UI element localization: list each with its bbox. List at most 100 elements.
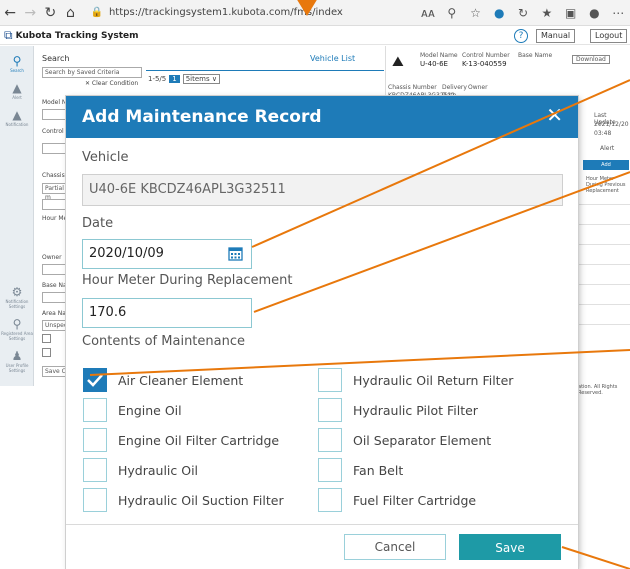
vehicle-label: Vehicle [82,150,129,165]
sidebar-item-search[interactable]: ⚲ Search [0,54,34,73]
download-button[interactable]: Download [572,55,610,64]
option-checkbox[interactable] [42,348,51,357]
hydraulic-oil-return-filter-checkbox[interactable] [318,368,342,392]
option-checkbox[interactable] [42,334,51,343]
date-field[interactable]: 2020/10/09 [82,239,252,269]
checkbox-label: Hydraulic Pilot Filter [353,402,478,418]
checkbox-row-oil-separator-element[interactable]: Oil Separator Element [318,428,491,452]
extension-icon[interactable]: ● [487,6,511,20]
date-label: Date [82,216,114,231]
dialog-header: Add Maintenance Record ✕ [66,96,578,138]
tab-underline [146,70,384,71]
checkbox-row-hydraulic-oil[interactable]: Hydraulic Oil [83,458,198,482]
checkbox-label: Oil Separator Element [353,432,492,448]
settings-icon: ⚙ [11,285,23,299]
hydraulic-oil-suction-filter-checkbox[interactable] [83,488,107,512]
owner-label: Owner [468,84,488,91]
alert-header: Alert [600,145,615,152]
delivery-label: Delivery [442,84,467,91]
more-icon[interactable]: ⋯ [606,6,630,20]
checkbox-label: Hydraulic Oil [118,462,199,478]
excavator-icon: ⛰ [392,54,404,70]
checkbox-row-air-cleaner-element[interactable]: Air Cleaner Element [83,368,243,392]
checkbox-row-hydraulic-oil-suction-filter[interactable]: Hydraulic Oil Suction Filter [83,488,284,512]
collections-icon[interactable]: ▣ [559,6,583,20]
logout-button[interactable]: Logout [590,29,628,43]
control-number-label: Control Number [462,52,510,59]
home-icon[interactable]: ⌂ [60,5,80,21]
fuel-filter-cartridge-checkbox[interactable] [318,488,342,512]
sidebar-item-user-profile[interactable]: ♟ User Profile Settings [0,349,34,373]
area-icon: ⚲ [12,317,22,331]
sidebar-item-label: Registered Area Settings [1,331,33,341]
checkbox-label: Fuel Filter Cartridge [353,492,477,508]
zoom-icon[interactable]: ⚲ [440,6,464,20]
control-number-label: Control [42,128,64,135]
alert-icon: ▲ [12,81,22,95]
sidebar-item-label: Alert [12,95,22,100]
save-button[interactable]: Save [459,534,561,560]
sidebar-item-area-settings[interactable]: ⚲ Registered Area Settings [0,317,34,341]
manual-button-label: Manual [541,31,571,40]
sync-icon[interactable]: ↻ [511,6,535,20]
user-icon: ♟ [11,349,23,363]
tab-vehicle-list[interactable]: Vehicle List [310,54,355,63]
clear-condition-link[interactable]: ✕ Clear Condition [85,80,138,87]
checkbox-row-engine-oil-filter-cartridge[interactable]: Engine Oil Filter Cartridge [83,428,279,452]
checkbox-label: Fan Belt [353,462,404,478]
engine-oil-filter-cartridge-checkbox[interactable] [83,428,107,452]
calendar-icon[interactable] [228,246,243,261]
reload-icon[interactable]: ↻ [40,5,60,21]
app-title: Kubota Tracking System [15,30,139,41]
pager-text: 1-5/5 [148,75,167,83]
checkbox-row-hydraulic-pilot-filter[interactable]: Hydraulic Pilot Filter [318,398,478,422]
chassis-number-label: Chassis Number [388,84,437,91]
hour-meter-column-header: Hour Meter During Previous Replacement [586,176,626,194]
air-cleaner-element-checkbox[interactable] [83,368,107,392]
base-name-label: Base Na [42,282,67,289]
search-title: Search [42,54,70,63]
control-number-value: K-13-040559 [462,60,507,68]
area-name-label: Area Na [42,310,66,317]
sidebar-item-alert[interactable]: ▲ Alert [0,81,34,100]
owner-label: Owner [42,254,62,261]
saved-criteria-input[interactable]: Search by Saved Criteria [42,67,142,78]
checkbox-row-fan-belt[interactable]: Fan Belt [318,458,403,482]
sidebar-item-label: Search [10,68,24,73]
close-icon[interactable]: ✕ [546,102,563,128]
checkbox-label: Air Cleaner Element [118,372,244,388]
checkbox-row-hydraulic-oil-return-filter[interactable]: Hydraulic Oil Return Filter [318,368,513,392]
favorites-icon[interactable]: ★ [535,6,559,20]
forward-icon[interactable]: → [20,5,40,21]
back-icon[interactable]: ← [0,5,20,21]
items-per-page-select[interactable]: 5items ∨ [182,74,220,84]
sidebar-item-notification-settings[interactable]: ⚙ Notification Settings [0,285,34,309]
date-value: 2020/10/09 [89,246,164,261]
vehicle-field: U40-6E KBCDZ46APL3G32511 [82,174,563,206]
model-name-value: U-40-6E [420,60,448,68]
dialog-title: Add Maintenance Record [82,107,322,127]
fan-belt-checkbox[interactable] [318,458,342,482]
page-button[interactable]: 1 [169,75,180,83]
checkbox-row-engine-oil[interactable]: Engine Oil [83,398,182,422]
favorite-add-icon[interactable]: ☆ [464,6,488,20]
checkbox-row-fuel-filter-cartridge[interactable]: Fuel Filter Cartridge [318,488,476,512]
profile-icon[interactable]: ● [583,6,607,20]
hour-meter-field[interactable]: 170.6 [82,298,252,328]
oil-separator-element-checkbox[interactable] [318,428,342,452]
cancel-button[interactable]: Cancel [344,534,446,560]
address-bar[interactable]: 🔒 https://trackingsystem1.kubota.com/fms/… [87,3,417,23]
checkbox-label: Hydraulic Oil Suction Filter [118,492,284,508]
help-icon[interactable]: ? [514,29,528,43]
manual-button[interactable]: Manual [536,29,576,43]
footer-copyright: ation. All Rights Reserved. [578,384,618,396]
add-record-button[interactable]: Add [583,160,629,170]
sidebar-item-label: User Profile Settings [5,363,29,373]
sidebar-item-notification[interactable]: ▲ Notification [0,108,34,127]
kubota-logo-icon: ⧉ [4,28,13,42]
engine-oil-checkbox[interactable] [83,398,107,422]
logout-button-label: Logout [595,31,623,40]
hydraulic-pilot-filter-checkbox[interactable] [318,398,342,422]
read-aloud-icon[interactable]: ᴀᴀ [416,6,440,20]
hydraulic-oil-checkbox[interactable] [83,458,107,482]
